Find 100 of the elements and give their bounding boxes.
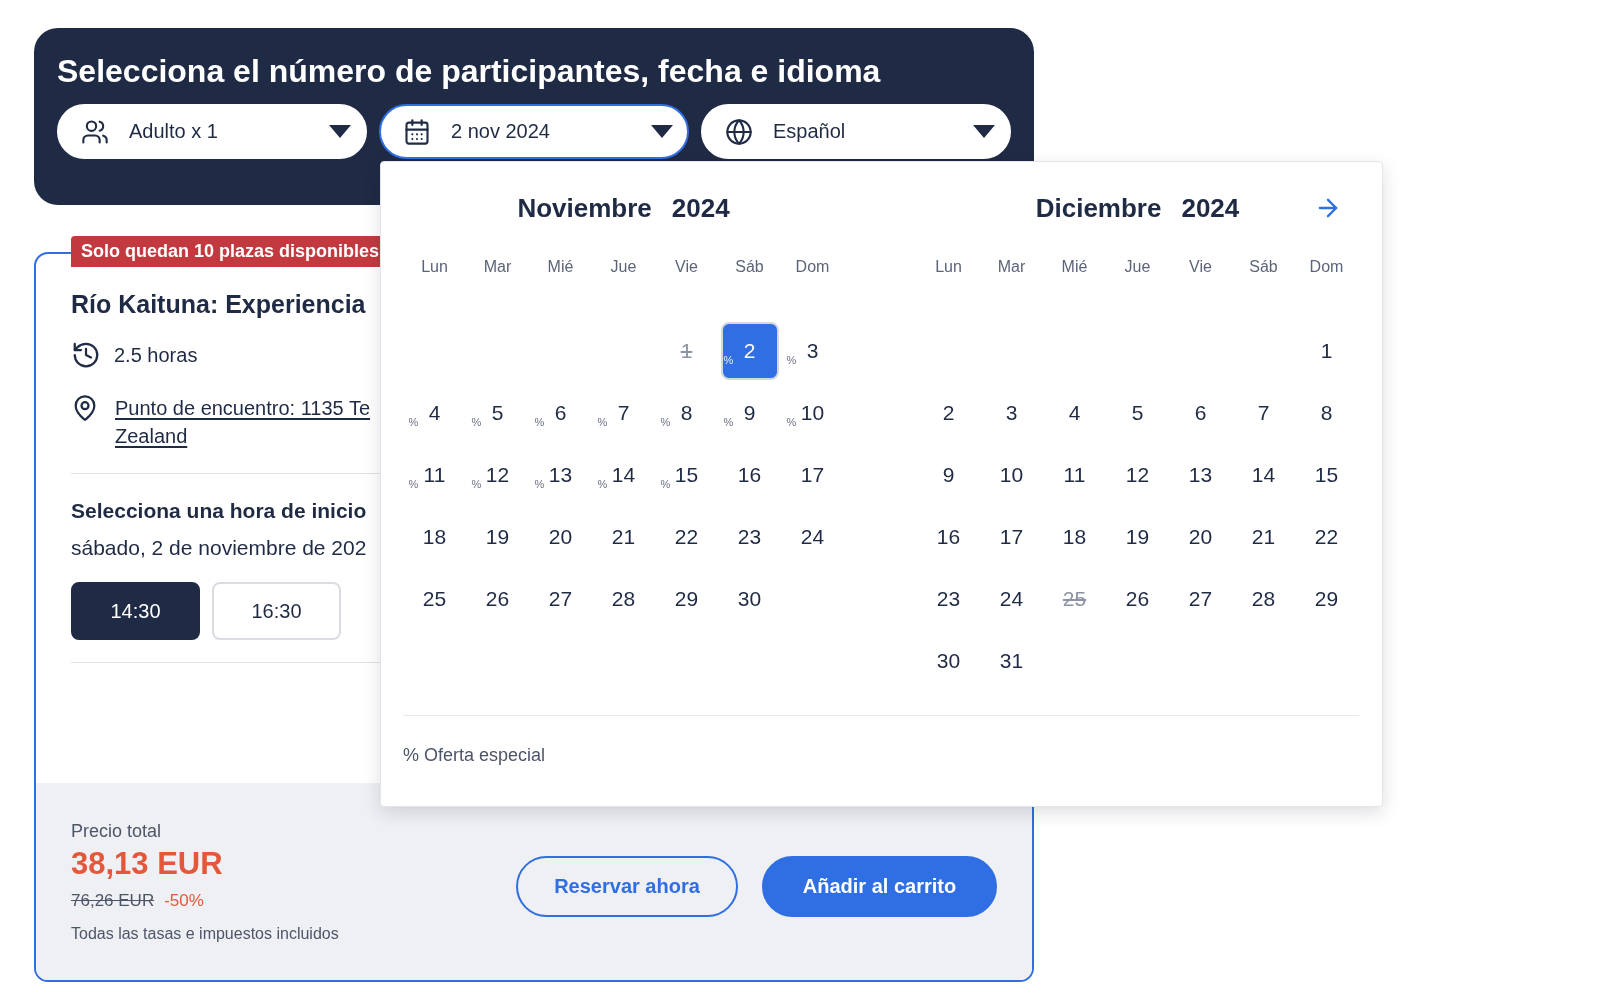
globe-icon bbox=[725, 117, 753, 146]
calendar-day[interactable]: 30 bbox=[735, 587, 764, 611]
weekday-label: Sáb bbox=[1249, 257, 1278, 277]
weekday-label: Vie bbox=[1189, 257, 1212, 277]
calendar-day[interactable]: 7 bbox=[1255, 401, 1272, 425]
discount-mark: % bbox=[471, 415, 482, 429]
calendar-day[interactable]: 29 bbox=[1312, 587, 1341, 611]
calendar-day[interactable]: 21 bbox=[609, 525, 638, 549]
discount-mark: % bbox=[723, 353, 734, 367]
time-slot-button[interactable]: 16:30 bbox=[212, 582, 341, 640]
calendar-day[interactable]: 8 bbox=[678, 401, 695, 425]
history-clock-icon bbox=[71, 340, 101, 370]
calendar-day[interactable]: 18 bbox=[420, 525, 449, 549]
calendar-day[interactable]: 2 bbox=[940, 401, 957, 425]
weekday-label: Mar bbox=[997, 257, 1026, 277]
calendar-day[interactable]: 30 bbox=[934, 649, 963, 673]
tax-note: Todas las tasas e impuestos incluidos bbox=[71, 925, 339, 943]
calendar-day[interactable]: 11 bbox=[421, 463, 448, 487]
calendar-day[interactable]: 9 bbox=[741, 401, 758, 425]
calendar-day[interactable]: 6 bbox=[552, 401, 569, 425]
calendar-day[interactable]: 10 bbox=[798, 401, 827, 425]
calendar-day[interactable]: 26 bbox=[483, 587, 512, 611]
calendar-day[interactable]: 5 bbox=[1129, 401, 1146, 425]
year-label: 2024 bbox=[671, 192, 730, 225]
calendar-day[interactable]: 22 bbox=[1312, 525, 1341, 549]
calendar-day[interactable]: 19 bbox=[1123, 525, 1152, 549]
weekday-label: Mié bbox=[547, 257, 574, 277]
calendar-day[interactable]: 15 bbox=[1312, 463, 1341, 487]
calendar-day[interactable]: 20 bbox=[1186, 525, 1215, 549]
calendar-day[interactable]: 5 bbox=[489, 401, 506, 425]
discount-mark: % bbox=[723, 415, 734, 429]
discount-mark: % bbox=[534, 415, 545, 429]
calendar-day[interactable]: 15 bbox=[672, 463, 701, 487]
calendar-day[interactable]: 16 bbox=[934, 525, 963, 549]
duration-text: 2.5 horas bbox=[114, 343, 198, 368]
calendar-day[interactable]: 23 bbox=[735, 525, 764, 549]
add-to-cart-button[interactable]: Añadir al carrito bbox=[762, 856, 997, 917]
meeting-point-link[interactable]: Zealand bbox=[115, 422, 188, 450]
calendar-day[interactable]: 26 bbox=[1123, 587, 1152, 611]
calendar-day[interactable]: 3 bbox=[804, 339, 821, 363]
people-icon bbox=[81, 117, 109, 146]
discount-mark: % bbox=[408, 477, 419, 491]
calendar-day[interactable]: 17 bbox=[798, 463, 827, 487]
calendar-day[interactable]: 18 bbox=[1060, 525, 1089, 549]
meeting-point-link[interactable]: Punto de encuentro: 1135 Te bbox=[115, 394, 371, 422]
calendar-day[interactable]: 13 bbox=[546, 463, 575, 487]
calendar-day[interactable]: 29 bbox=[672, 587, 701, 611]
price-label: Precio total bbox=[71, 820, 162, 842]
time-slot-button[interactable]: 14:30 bbox=[71, 582, 200, 640]
calendar-day[interactable]: 22 bbox=[672, 525, 701, 549]
calendar-day[interactable]: 20 bbox=[546, 525, 575, 549]
calendar-day[interactable]: 24 bbox=[997, 587, 1026, 611]
calendar-day[interactable]: 27 bbox=[1186, 587, 1215, 611]
calendar-day[interactable]: 9 bbox=[940, 463, 957, 487]
discount-mark: % bbox=[534, 477, 545, 491]
calendar-day[interactable]: 12 bbox=[483, 463, 512, 487]
calendar-day[interactable]: 23 bbox=[934, 587, 963, 611]
calendar-day[interactable]: 17 bbox=[997, 525, 1026, 549]
total-price: 38,13 EUR bbox=[71, 845, 223, 883]
discount-mark: % bbox=[471, 477, 482, 491]
calendar-day[interactable]: 16 bbox=[735, 463, 764, 487]
language-dropdown[interactable]: Español bbox=[701, 104, 1011, 159]
calendar-day[interactable]: 4 bbox=[426, 401, 443, 425]
date-dropdown[interactable]: 2 nov 2024 bbox=[379, 104, 689, 159]
section-heading: Selecciona una hora de inicio bbox=[71, 498, 367, 524]
calendar-day[interactable]: 8 bbox=[1318, 401, 1335, 425]
weekday-label: Jue bbox=[610, 257, 637, 277]
calendar-day[interactable]: 10 bbox=[997, 463, 1026, 487]
calendar-day[interactable]: 7 bbox=[615, 401, 632, 425]
discount-mark: % bbox=[660, 415, 671, 429]
weekday-label: Jue bbox=[1124, 257, 1151, 277]
calendar-day[interactable]: 27 bbox=[546, 587, 575, 611]
calendar-day[interactable]: 12 bbox=[1123, 463, 1152, 487]
calendar-day[interactable]: 24 bbox=[798, 525, 827, 549]
month-name: Diciembre bbox=[1035, 192, 1162, 225]
calendar-day[interactable]: 14 bbox=[609, 463, 638, 487]
discount-mark: % bbox=[660, 477, 671, 491]
weekday-label: Mié bbox=[1061, 257, 1088, 277]
calendar-day[interactable]: 28 bbox=[1249, 587, 1278, 611]
discount-mark: % bbox=[786, 353, 797, 367]
original-price: 76,26 EUR bbox=[71, 891, 155, 911]
calendar-day[interactable]: 19 bbox=[483, 525, 512, 549]
book-now-button[interactable]: Reservar ahora bbox=[516, 856, 738, 917]
calendar-day[interactable]: 28 bbox=[609, 587, 638, 611]
calendar-day[interactable]: 13 bbox=[1186, 463, 1215, 487]
weekday-label: Lun bbox=[935, 257, 962, 277]
participants-dropdown[interactable]: Adulto x 1 bbox=[57, 104, 367, 159]
calendar-day[interactable]: 6 bbox=[1192, 401, 1209, 425]
calendar-day[interactable]: 25 bbox=[420, 587, 449, 611]
calendar-day[interactable]: 4 bbox=[1066, 401, 1083, 425]
caret-down-icon bbox=[973, 125, 995, 138]
calendar-icon bbox=[403, 117, 431, 146]
calendar-day[interactable]: 14 bbox=[1249, 463, 1278, 487]
calendar-day[interactable]: 1 bbox=[1318, 339, 1335, 363]
calendar-day[interactable]: 3 bbox=[1003, 401, 1020, 425]
month-name: Noviembre bbox=[517, 192, 652, 225]
calendar-day[interactable]: 31 bbox=[997, 649, 1026, 673]
weekday-label: Sáb bbox=[735, 257, 764, 277]
calendar-day[interactable]: 11 bbox=[1061, 463, 1088, 487]
calendar-day[interactable]: 21 bbox=[1249, 525, 1278, 549]
